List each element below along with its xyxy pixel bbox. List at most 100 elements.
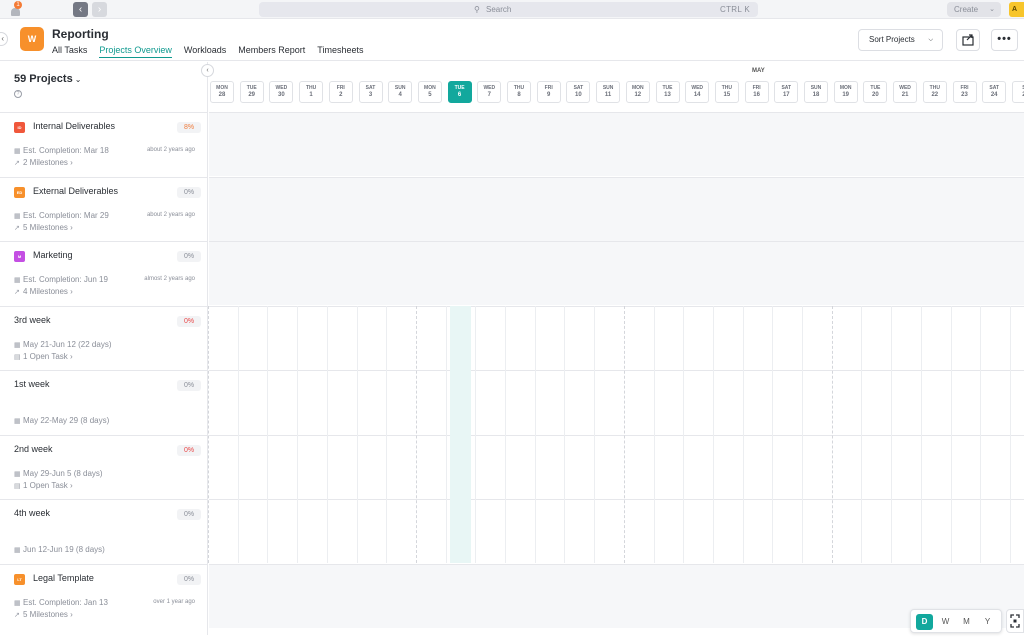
project-name[interactable]: Marketing xyxy=(33,250,73,260)
project-badge: LT xyxy=(14,573,25,585)
grid-line xyxy=(1009,306,1011,563)
day-header: SAT 17 xyxy=(774,81,799,103)
milestone-icon: ↗ xyxy=(14,224,20,232)
day-weekday: THU xyxy=(929,85,940,91)
day-number: 14 xyxy=(693,92,701,98)
sort-projects-button[interactable]: Sort Projects ⌵ xyxy=(858,29,943,51)
tab-all-tasks[interactable]: All Tasks xyxy=(52,45,87,58)
day-weekday: TUE xyxy=(662,85,673,91)
project-row[interactable]: M Marketing 0% ▦ Est. Completion: Jun 19 ↗ 4 M… xyxy=(0,241,208,305)
tab-workloads[interactable]: Workloads xyxy=(184,45,226,58)
notification-bell-icon[interactable]: 1 xyxy=(10,1,24,16)
day-header: SAT 3 xyxy=(358,81,383,103)
day-header: TUE 20 xyxy=(863,81,888,103)
day-number: 22 xyxy=(931,92,939,98)
project-count-dropdown[interactable]: 59 Projects ⌄ xyxy=(14,73,81,85)
user-avatar[interactable]: A xyxy=(1009,2,1024,17)
grid-line xyxy=(980,306,982,563)
project-row[interactable]: 3rd week 0% ▦ May 21-Jun 12 (22 days) ▤ 1 Ope… xyxy=(0,305,208,370)
day-number: 1 xyxy=(309,92,313,98)
chevron-right-icon: › xyxy=(70,351,73,361)
row-detail-secondary[interactable]: ↗ 2 Milestones › xyxy=(14,158,73,167)
day-number: 10 xyxy=(575,92,582,98)
day-number: 24 xyxy=(990,92,998,98)
row-secondary-text: 2 Milestones xyxy=(23,158,68,167)
progress-percent: 8% xyxy=(177,122,201,133)
month-label: MAY xyxy=(752,68,765,74)
project-name[interactable]: External Deliverables xyxy=(33,186,118,196)
create-button[interactable]: Create ⌄ xyxy=(947,2,1001,17)
project-name[interactable]: 2nd week xyxy=(14,444,53,454)
day-header: WED 7 xyxy=(477,81,502,103)
project-name[interactable]: 1st week xyxy=(14,379,50,389)
project-row[interactable]: 2nd week 0% ▦ May 29-Jun 5 (8 days) ▤ 1 Open … xyxy=(0,434,208,499)
grid-line xyxy=(712,306,714,563)
share-button[interactable] xyxy=(956,29,980,51)
search-bar[interactable]: ⚲ Search CTRL K xyxy=(259,2,758,17)
project-name[interactable]: Legal Template xyxy=(33,573,94,583)
project-row[interactable]: ED External Deliverables 0% ▦ Est. Completio… xyxy=(0,176,208,241)
milestone-icon: ↗ xyxy=(14,289,20,296)
day-weekday: THU xyxy=(305,85,317,91)
day-weekday: SAT xyxy=(781,85,792,91)
back-button[interactable]: ‹ xyxy=(73,2,88,17)
row-detail-secondary[interactable]: ▤ 1 Open Task › xyxy=(14,352,73,361)
row-detail-secondary[interactable]: ↗ 5 Milestones › xyxy=(14,610,73,619)
view-week-button[interactable]: W xyxy=(937,614,954,630)
project-name[interactable]: Internal Deliverables xyxy=(33,121,115,131)
project-row[interactable]: 1st week 0% ▦ May 22-May 29 (8 days) xyxy=(0,370,208,434)
calendar-icon: ▦ xyxy=(14,341,21,349)
tab-members-report[interactable]: Members Report xyxy=(238,45,305,58)
day-header: SAT 10 xyxy=(566,81,591,103)
project-row[interactable]: 4th week 0% ▦ Jun 12-Jun 19 (8 days) xyxy=(0,499,208,563)
more-options-icon[interactable]: ••• xyxy=(991,29,1018,51)
search-placeholder: Search xyxy=(486,5,512,14)
tab-timesheets[interactable]: Timesheets xyxy=(317,45,363,58)
progress-percent: 0% xyxy=(177,186,201,198)
today-column xyxy=(450,306,471,563)
row-detail-secondary[interactable]: ▤ 1 Open Task › xyxy=(14,481,73,490)
project-row[interactable]: ID Internal Deliverables 8% ▦ Est. Completio… xyxy=(0,112,208,176)
view-year-button[interactable]: Y xyxy=(979,614,996,630)
tab-projects-overview[interactable]: Projects Overview xyxy=(99,45,172,58)
help-icon[interactable]: ? xyxy=(14,90,22,98)
grid-line xyxy=(950,306,952,563)
collapse-pane-icon[interactable]: ‹ xyxy=(201,64,214,77)
day-number: 13 xyxy=(664,92,671,98)
forward-button[interactable]: › xyxy=(92,2,107,17)
project-name[interactable]: 3rd week xyxy=(14,315,51,325)
collapse-sidebar-icon[interactable]: ‹ xyxy=(0,32,8,46)
row-detail-secondary: ▦ Jun 12-Jun 19 (8 days) xyxy=(14,545,105,554)
row-detail-secondary[interactable]: ↗ 4 Milestones › xyxy=(14,287,73,296)
fullscreen-button[interactable] xyxy=(1006,609,1024,633)
timeline: MAY MON 28 TUE 29 WED 30 THU 1 FRI 2 SAT 3 SUN 4 MON 5 T… xyxy=(208,62,1024,635)
progress-percent: 0% xyxy=(177,380,201,391)
view-month-button[interactable]: M xyxy=(958,614,975,630)
grid-line xyxy=(415,306,417,563)
view-day-button[interactable]: D xyxy=(916,614,933,630)
calendar-icon: ▦ xyxy=(14,547,21,554)
milestone-icon: ↗ xyxy=(14,160,20,167)
day-number: 9 xyxy=(547,92,551,98)
day-header: FRI 23 xyxy=(952,81,977,103)
day-header: SUN 4 xyxy=(388,81,413,103)
progress-percent: 0% xyxy=(177,573,201,585)
day-number: 21 xyxy=(901,92,909,98)
task-icon: ▤ xyxy=(14,353,21,361)
day-weekday: WED xyxy=(691,85,704,91)
day-weekday: MON xyxy=(631,85,644,91)
project-row[interactable]: LT Legal Template 0% ▦ Est. Completion: Jan … xyxy=(0,563,208,628)
grid-line xyxy=(534,306,536,563)
row-detail-secondary[interactable]: ↗ 5 Milestones › xyxy=(14,223,73,232)
day-header: FRI 9 xyxy=(536,81,561,103)
project-name[interactable]: 4th week xyxy=(14,508,50,518)
updated-ago: about 2 years ago xyxy=(146,211,195,218)
timeline-row xyxy=(209,499,1024,563)
search-icon: ⚲ xyxy=(474,5,480,14)
task-icon: ▤ xyxy=(14,482,21,490)
row-date-text: Est. Completion: Jan 13 xyxy=(23,597,108,607)
day-weekday: THU xyxy=(513,85,525,91)
day-header: TUE 13 xyxy=(655,81,680,103)
grid-line xyxy=(475,306,477,563)
day-weekday: FRI xyxy=(544,85,553,91)
